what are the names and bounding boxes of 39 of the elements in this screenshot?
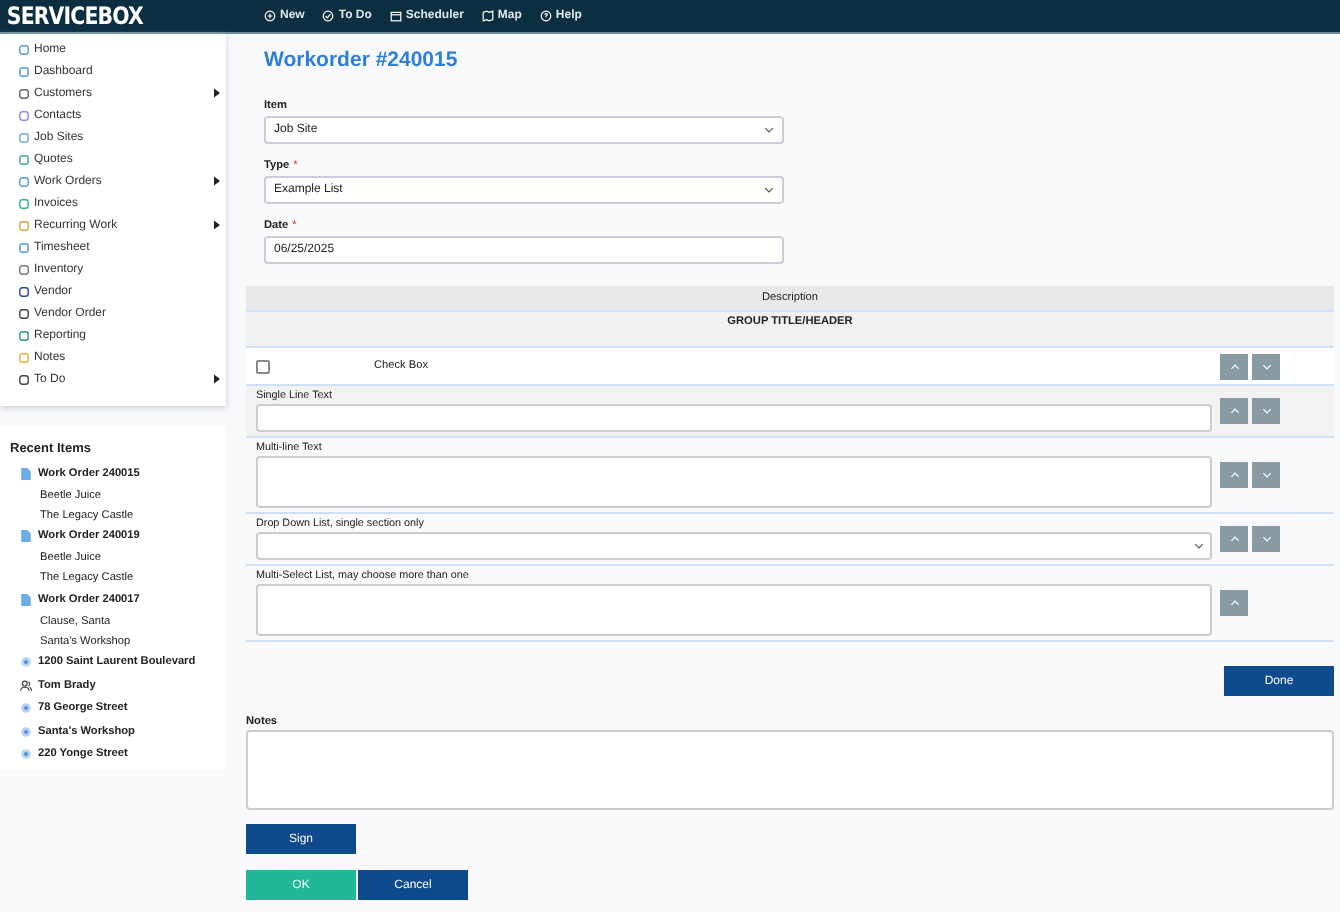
chevron-up-icon [1229, 600, 1239, 606]
chevron-up-icon [1229, 536, 1239, 542]
document-icon [20, 530, 32, 543]
move-down-button[interactable] [1252, 462, 1280, 488]
calendar-icon [389, 10, 402, 22]
chevron-down-icon [1261, 363, 1271, 369]
text-field[interactable] [256, 404, 1212, 432]
move-up-button[interactable] [1220, 353, 1248, 379]
move-up-button[interactable] [1220, 462, 1248, 488]
chevron-down-icon [1261, 472, 1271, 478]
people-icon [20, 679, 32, 692]
text-area[interactable] [256, 456, 1212, 508]
logo[interactable]: SERVICEBOX [0, 2, 218, 30]
plus-icon [264, 10, 276, 22]
dropdown[interactable] [256, 532, 1212, 560]
chevron-up-icon [1229, 408, 1239, 414]
chevron-down-icon [764, 186, 774, 194]
map-icon [481, 10, 494, 22]
help-icon [539, 10, 552, 22]
check-icon [322, 10, 335, 22]
move-up-button[interactable] [1220, 590, 1248, 616]
chevron-up-icon [1229, 363, 1239, 369]
page-title: Workorder #240015 [264, 48, 460, 72]
multi-select-list[interactable] [256, 584, 1212, 636]
move-down-button[interactable] [1252, 398, 1280, 424]
checkbox[interactable] [256, 359, 270, 373]
notes-field[interactable] [246, 730, 1334, 810]
chevron-down-icon [1261, 536, 1271, 542]
move-up-button[interactable] [1220, 526, 1248, 552]
move-down-button[interactable] [1252, 526, 1280, 552]
document-icon [20, 467, 32, 480]
chevron-down-icon [764, 126, 774, 134]
location-icon [20, 656, 32, 669]
chevron-up-icon [1229, 472, 1239, 478]
move-up-button[interactable] [1220, 398, 1248, 424]
chevron-down-icon [1194, 542, 1204, 550]
chevron-down-icon [1261, 408, 1271, 414]
document-icon [20, 593, 32, 606]
move-down-button[interactable] [1252, 353, 1280, 379]
